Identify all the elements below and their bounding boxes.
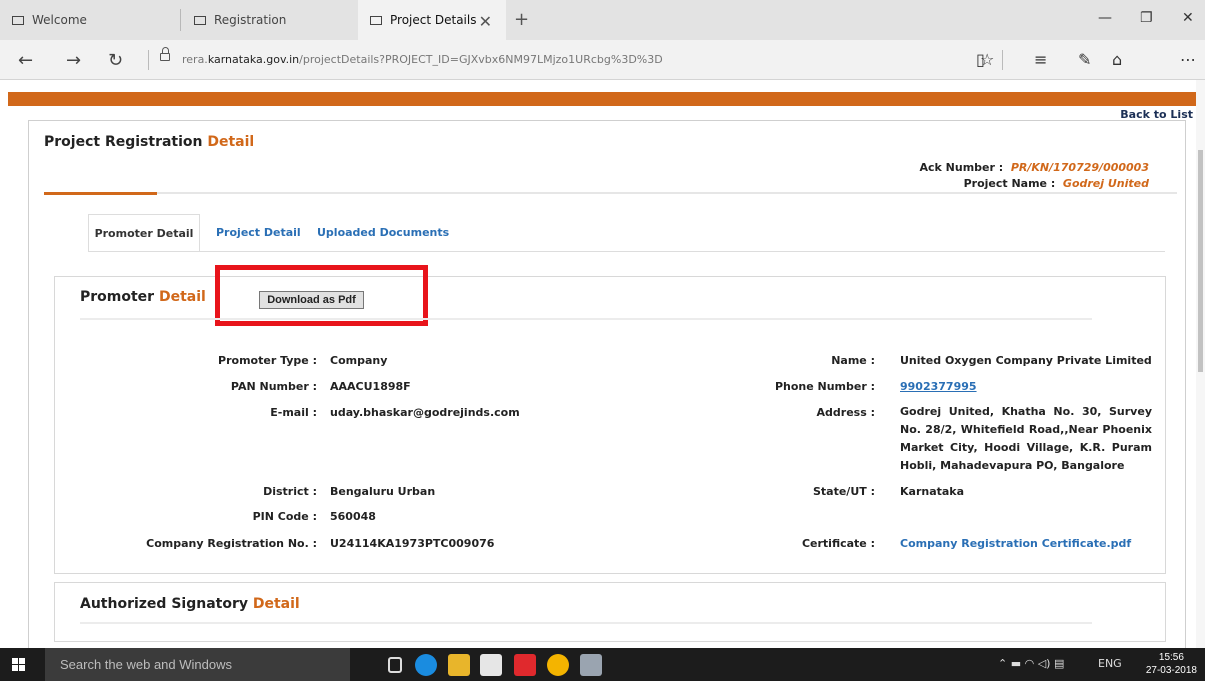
ack-number-value: PR/KN/170729/000003 [1010,161,1149,174]
pan-number-value: AAACU1898F [330,380,411,393]
forward-arrow-icon[interactable]: → [66,50,81,71]
tabs-divider [88,251,1165,252]
project-name-row: Project Name : Godrej United [919,176,1149,192]
page-title: Project Registration Detail [44,134,254,150]
tab-project-details[interactable]: Project Details ✕ [358,0,506,40]
language-indicator[interactable]: ENG [1098,657,1122,670]
section-title-main: Promoter [80,289,155,305]
browser-tab-bar: Welcome Registration Project Details ✕ +… [0,0,1205,40]
pin-code-value: 560048 [330,510,376,523]
email-value: uday.bhaskar@godrejinds.com [330,406,520,419]
email-label: E-mail : [270,406,317,419]
file-explorer-icon[interactable] [448,654,470,676]
section-title: Authorized Signatory Detail [80,596,300,612]
address-bar: ← → ↻ rera.karnataka.gov.in/projectDetai… [0,40,1205,80]
annotation-highlight-box [215,265,428,326]
promoter-type-value: Company [330,354,388,367]
divider [80,622,1092,624]
clock-date: 27-03-2018 [1145,665,1197,676]
more-icon[interactable]: ⋯ [1180,50,1196,69]
name-value: United Oxygen Company Private Limited [900,354,1152,367]
url-domain: karnataka.gov.in [207,53,300,66]
tab-uploaded-documents[interactable]: Uploaded Documents [317,214,449,252]
pin-code-label: PIN Code : [252,510,317,523]
section-title: Promoter Detail [80,289,206,305]
close-window-icon[interactable]: ✕ [1182,10,1194,26]
tray-icons[interactable]: ⌃ ▬ ◠ ◁) ▤ [998,657,1064,670]
separator [148,50,149,70]
tab-promoter-detail[interactable]: Promoter Detail [88,214,200,252]
close-tab-icon[interactable]: ✕ [479,12,492,31]
section-title-main: Authorized Signatory [80,596,248,612]
tab-separator [180,9,181,31]
page-icon [12,15,24,25]
certificate-link[interactable]: Company Registration Certificate.pdf [900,537,1131,550]
section-title-accent: Detail [252,596,300,612]
ack-block: Ack Number : PR/KN/170729/000003 Project… [919,160,1149,192]
phone-number-link[interactable]: 9902377995 [900,380,977,393]
tab-registration[interactable]: Registration [182,0,358,40]
clock-time: 15:56 [1158,652,1184,663]
tab-project-detail[interactable]: Project Detail [216,214,301,252]
tab-welcome[interactable]: Welcome [0,0,178,40]
certificate-label: Certificate : [801,537,875,550]
tab-label: Welcome [32,13,87,27]
url-field[interactable]: rera.karnataka.gov.in/projectDetails?PRO… [182,53,663,66]
ack-number-label: Ack Number : [919,161,1004,174]
restore-icon[interactable]: ❐ [1140,10,1153,26]
district-label: District : [263,485,317,498]
refresh-icon[interactable]: ↻ [108,50,123,71]
phone-number-label: Phone Number : [774,380,875,393]
divider [44,192,1177,194]
authorized-signatory-section [54,582,1166,642]
separator [1002,50,1003,70]
windows-start-icon[interactable] [12,658,26,672]
address-value: Godrej United, Khatha No. 30, Survey No.… [900,405,1152,472]
url-prefix: rera. [182,53,208,66]
state-label: State/UT : [812,485,875,498]
address-label: Address : [816,406,875,419]
divider [80,318,1092,320]
project-name-label: Project Name : [963,177,1056,190]
share-icon[interactable]: ⌂ [1112,50,1122,69]
snipping-tool-icon[interactable] [580,654,602,676]
clock[interactable]: 15:56 27-03-2018 [1146,651,1197,677]
ack-number-row: Ack Number : PR/KN/170729/000003 [919,160,1149,176]
favorite-star-icon[interactable]: ☆ [980,50,994,69]
lock-icon [160,47,170,61]
taskbar-search-placeholder: Search the web and Windows [60,657,232,672]
filezilla-icon[interactable] [514,654,536,676]
section-title-accent: Detail [158,289,206,305]
divider-accent [44,192,157,195]
page-title-accent: Detail [207,134,255,150]
page-icon [370,15,382,25]
page-icon [194,15,206,25]
windows-taskbar: Search the web and Windows ⌃ ▬ ◠ ◁) ▤ EN… [0,648,1205,681]
scrollbar-thumb[interactable] [1198,150,1203,372]
back-arrow-icon[interactable]: ← [18,50,33,71]
chrome-icon[interactable] [547,654,569,676]
promoter-type-label: Promoter Type : [218,354,317,367]
district-value: Bengaluru Urban [330,485,436,498]
task-view-icon[interactable] [388,657,402,673]
edge-icon[interactable] [415,654,437,676]
web-note-icon[interactable]: ✎ [1078,50,1091,69]
state-value: Karnataka [900,485,965,498]
pan-number-label: PAN Number : [230,380,317,393]
tab-label: Registration [214,13,287,27]
url-path: /projectDetails?PROJECT_ID=GJXvbx6NM97LM… [299,53,663,66]
project-name-value: Godrej United [1062,177,1149,190]
company-registration-label: Company Registration No. : [146,537,317,550]
new-tab-icon[interactable]: + [514,9,529,30]
name-label: Name : [831,354,875,367]
tab-label: Project Details [390,13,477,27]
company-registration-value: U24114KA1973PTC009076 [330,537,495,550]
minimize-icon[interactable]: — [1098,10,1112,26]
store-icon[interactable] [480,654,502,676]
header-bar [8,92,1196,106]
page-title-main: Project Registration [44,134,203,150]
hub-icon[interactable]: ≡ [1034,50,1047,69]
